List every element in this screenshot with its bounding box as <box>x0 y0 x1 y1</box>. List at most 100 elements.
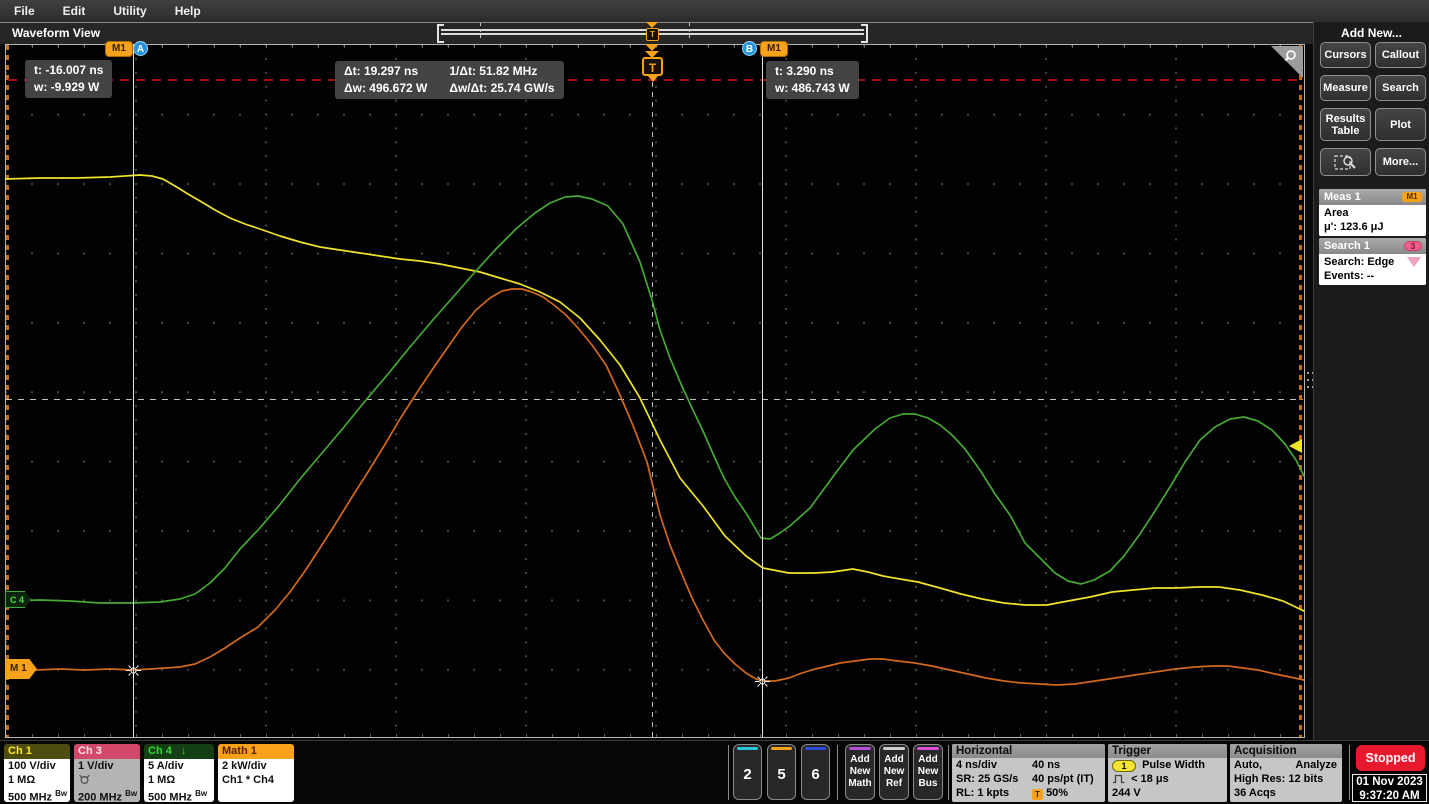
trigger-position-icon: T <box>1032 789 1043 800</box>
add-new-bus-button[interactable]: Add New Bus <box>913 744 943 800</box>
horizontal-settings-badge[interactable]: Horizontal 4 ns/div 40 ns SR: 25 GS/s 40… <box>952 744 1105 802</box>
add-measure-button[interactable]: Measure <box>1320 75 1371 101</box>
ch6-button[interactable]: 6 <box>801 744 830 800</box>
ch5-button-label: 5 <box>768 766 795 783</box>
minimap-left-bracket[interactable] <box>437 24 444 43</box>
math1-label: Math 1 <box>218 744 294 759</box>
record-length: RL: 1 kpts <box>956 787 1009 799</box>
delta-w: Δw: 496.672 W <box>344 80 427 97</box>
add-plot-button[interactable]: Plot <box>1375 108 1426 141</box>
ch1-label: Ch 1 <box>4 744 70 759</box>
minimap-trigger-marker[interactable]: T <box>646 28 659 41</box>
menu-edit[interactable]: Edit <box>63 4 86 18</box>
ch4-badge[interactable]: Ch 4 ↓ 5 A/div 1 MΩ 500 MHz Bw <box>144 744 214 802</box>
cursor-b-badge[interactable]: B <box>742 41 757 56</box>
add-results-table-button[interactable]: Results Table <box>1320 108 1371 141</box>
divider <box>728 745 729 800</box>
search1-title: Search 1 <box>1324 240 1370 252</box>
divider <box>948 745 949 800</box>
search1-header: Search 1 3 <box>1319 238 1426 254</box>
delta-w-over-t: Δw/Δt: 25.74 GW/s <box>449 80 554 97</box>
minimap-right-bracket[interactable] <box>861 24 868 43</box>
cursor-b-line[interactable] <box>762 45 763 737</box>
ch5-button[interactable]: 5 <box>767 744 796 800</box>
add-search-button[interactable]: Search <box>1375 75 1426 101</box>
cursor-a-badge[interactable]: A <box>133 41 148 56</box>
add-new-bus-label: Add New Bus <box>914 754 942 790</box>
add-new-math-button[interactable]: Add New Math <box>845 744 875 800</box>
ch4-scale: 5 A/div <box>148 759 214 773</box>
acquisition-resolution: High Res: 12 bits <box>1230 772 1342 786</box>
search1-count-badge: 3 <box>1404 241 1422 251</box>
trigger-condition: < 18 μs <box>1131 773 1169 785</box>
add-new-ref-label: Add New Ref <box>880 754 908 790</box>
cursor-a-waveform-marker <box>126 663 141 678</box>
more-button[interactable]: More... <box>1375 148 1426 176</box>
add-new-title: Add New... <box>1314 26 1429 40</box>
cursor-a-m1-badge[interactable]: M1 <box>105 41 133 57</box>
minimap-tick <box>689 23 690 41</box>
acquisition-settings-badge[interactable]: Acquisition Auto, Analyze High Res: 12 b… <box>1230 744 1342 802</box>
math1-badge[interactable]: Math 1 2 kW/div Ch1 * Ch4 <box>218 744 294 802</box>
ch1-bandwidth: 500 MHz <box>8 792 52 802</box>
sample-resolution: 40 ps/pt (IT) <box>1032 772 1094 786</box>
divider <box>1349 745 1350 800</box>
cursor-b-time: t: 3.290 ns <box>775 63 850 80</box>
horizontal-record-minimap[interactable]: T <box>437 23 868 42</box>
cursor-a-line[interactable] <box>133 45 134 737</box>
meas1-title: Meas 1 <box>1324 191 1361 203</box>
menu-utility[interactable]: Utility <box>113 4 146 18</box>
inverse-delta-t: 1/Δt: 51.82 MHz <box>449 63 554 80</box>
trigger-level: 244 V <box>1108 786 1227 800</box>
ch2-button[interactable]: 2 <box>733 744 762 800</box>
settings-bar: Ch 1 100 V/div 1 MΩ 500 MHz Bw Ch 3 1 V/… <box>0 740 1429 804</box>
trigger-position-percent: 50% <box>1046 787 1068 799</box>
meas1-badge-card[interactable]: Meas 1 M1 Area μ': 123.6 μJ <box>1319 189 1426 236</box>
cursor-b-readout[interactable]: t: 3.290 ns w: 486.743 W <box>766 61 859 99</box>
cursor-b-m1-badge[interactable]: M1 <box>760 41 788 57</box>
acquisition-count: 36 Acqs <box>1230 786 1342 800</box>
ch1-scale: 100 V/div <box>8 759 70 773</box>
trigger-level-arrow[interactable] <box>1289 439 1302 453</box>
trigger-settings-badge[interactable]: Trigger 1 Pulse Width < 18 μs 244 V <box>1108 744 1227 802</box>
meas1-type: Area <box>1324 206 1426 220</box>
ch3-bandwidth: 200 MHz <box>78 792 122 802</box>
acquisition-mode: Auto, <box>1234 759 1262 771</box>
run-stop-button[interactable]: Stopped <box>1356 745 1425 771</box>
ch4-offset-arrow-icon: ↓ <box>181 745 187 757</box>
menu-bar: File Edit Utility Help <box>0 0 1429 22</box>
waveform-traces <box>5 44 1305 738</box>
delta-t: Δt: 19.297 ns <box>344 63 427 80</box>
menu-file[interactable]: File <box>14 4 35 18</box>
add-new-ref-button[interactable]: Add New Ref <box>879 744 909 800</box>
sample-rate: SR: 25 GS/s <box>956 773 1018 785</box>
divider <box>837 745 838 800</box>
ch4-bw-limit: Bw <box>195 789 207 798</box>
draw-zoom-box-button[interactable] <box>1320 148 1371 176</box>
ch1-bw-limit: Bw <box>55 789 67 798</box>
trigger-type: Pulse Width <box>1142 759 1205 771</box>
ch2-button-label: 2 <box>734 766 761 783</box>
date: 01 Nov 2023 <box>1353 775 1426 789</box>
cursor-a-readout[interactable]: t: -16.007 ns w: -9.929 W <box>25 60 112 98</box>
search1-badge-card[interactable]: Search 1 3 Search: Edge Events: -- <box>1319 238 1426 285</box>
ch3-bw-limit: Bw <box>125 789 137 798</box>
ch3-badge[interactable]: Ch 3 1 V/div 200 MHz Bw <box>74 744 140 802</box>
search-marker-icon <box>1407 257 1421 267</box>
trigger-source-badge: 1 <box>1112 760 1136 772</box>
add-cursors-button[interactable]: Cursors <box>1320 42 1371 68</box>
cursor-delta-readout[interactable]: Δt: 19.297 ns 1/Δt: 51.82 MHz Δw: 496.67… <box>335 61 564 99</box>
trigger-position-flag[interactable]: T <box>642 57 663 76</box>
horizontal-title: Horizontal <box>952 744 1105 758</box>
add-new-math-label: Add New Math <box>846 754 874 790</box>
trace-ch1 <box>5 175 1304 611</box>
pulse-width-icon <box>1112 773 1126 784</box>
ch4-bandwidth: 500 MHz <box>148 792 192 802</box>
cursor-a-time: t: -16.007 ns <box>34 62 103 79</box>
menu-help[interactable]: Help <box>175 4 201 18</box>
cursor-b-value: w: 486.743 W <box>775 80 850 97</box>
trigger-title: Trigger <box>1108 744 1227 758</box>
ch1-badge[interactable]: Ch 1 100 V/div 1 MΩ 500 MHz Bw <box>4 744 70 802</box>
acquisition-analyze: Analyze <box>1295 758 1337 772</box>
add-callout-button[interactable]: Callout <box>1375 42 1426 68</box>
